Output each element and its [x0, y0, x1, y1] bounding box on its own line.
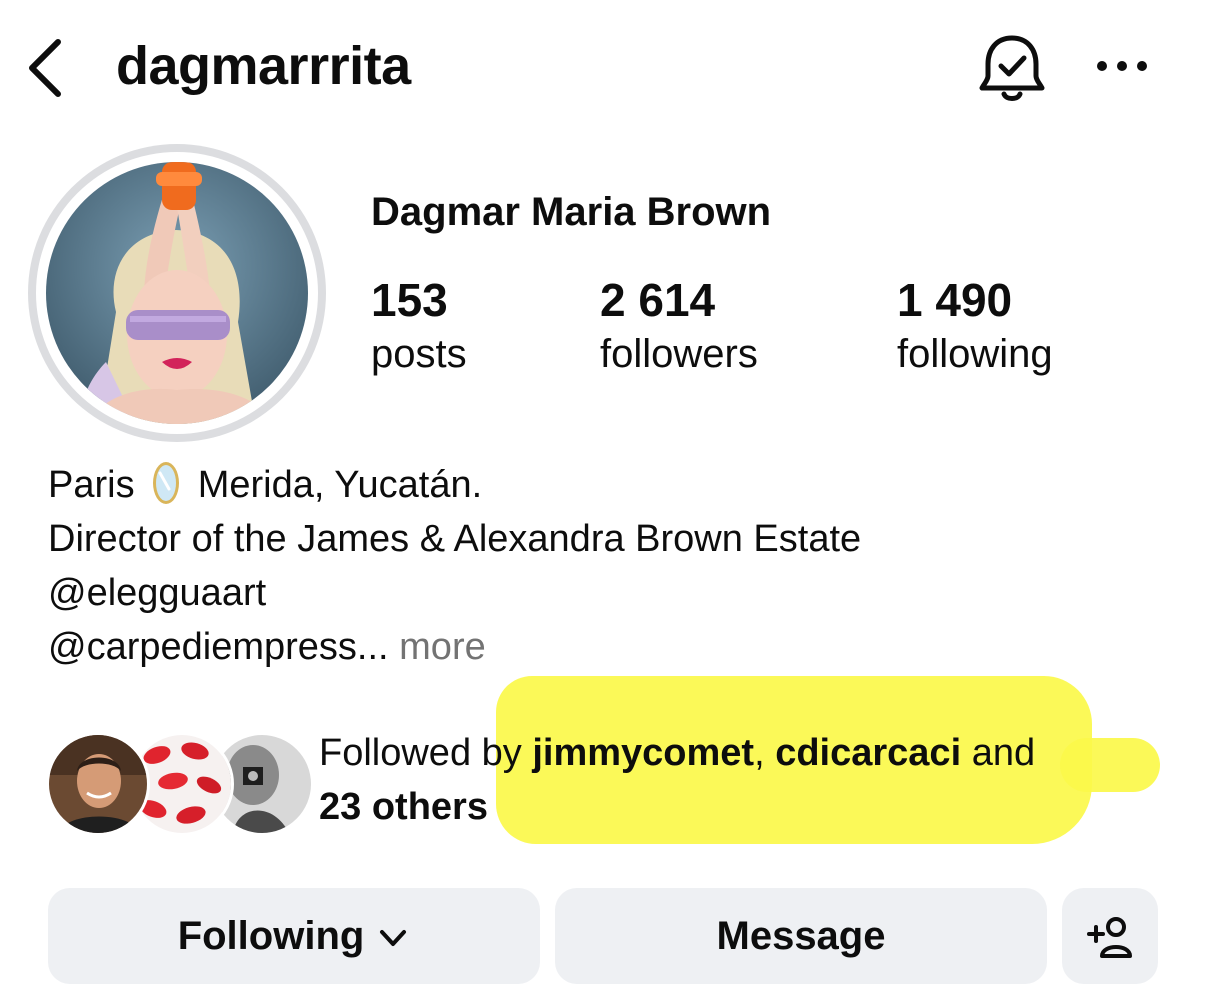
suggested-users-button[interactable]	[1062, 888, 1158, 984]
following-button-label: Following	[177, 913, 365, 958]
profile-username: dagmarrrita	[116, 36, 411, 96]
posts-count: 153	[371, 274, 448, 326]
bio-line-location: Paris Merida, Yucatán.	[48, 458, 861, 512]
add-user-icon	[1087, 917, 1132, 958]
following-label: following	[897, 332, 1053, 376]
profile-bio: Paris Merida, Yucatán. Director of the J…	[48, 458, 861, 674]
mutual-followers-avatars[interactable]	[46, 732, 314, 836]
following-stat[interactable]: 1 490 following	[897, 272, 1053, 380]
bio-more-link[interactable]: more	[399, 626, 486, 668]
posts-stat[interactable]: 153 posts	[371, 272, 467, 380]
mutual-user-cdicarcaci[interactable]: cdicarcaci	[775, 732, 961, 774]
avatar-image	[46, 162, 308, 424]
notification-bell-check-icon[interactable]	[972, 28, 1052, 108]
mutual-avatar-jimmycomet	[46, 732, 150, 836]
profile-full-name: Dagmar Maria Brown	[371, 190, 772, 234]
following-count: 1 490	[897, 274, 1013, 326]
following-button[interactable]: Following	[48, 888, 540, 984]
mutual-user-jimmycomet[interactable]: jimmycomet	[532, 732, 754, 774]
followers-stat[interactable]: 2 614 followers	[600, 272, 758, 380]
followers-count: 2 614	[600, 274, 716, 326]
followed-by-prefix: Followed by	[319, 732, 522, 774]
followed-by-and: and	[971, 732, 1036, 774]
mirror-emoji-icon	[153, 462, 180, 504]
more-options-icon[interactable]	[1090, 44, 1154, 88]
message-button[interactable]: Message	[555, 888, 1047, 984]
followed-by-separator: ,	[754, 732, 765, 774]
bio-line-last: @carpediempress... more	[48, 620, 861, 674]
mutual-others-count[interactable]: 23 others	[319, 786, 488, 828]
bio-line-title: Director of the James & Alexandra Brown …	[48, 518, 862, 560]
bio-mention-elegguaart[interactable]: @elegguaart	[48, 566, 861, 620]
back-chevron-icon[interactable]	[22, 34, 70, 98]
posts-label: posts	[371, 332, 467, 376]
followed-by-text: Followed by jimmycomet, cdicarcaci and 2…	[319, 726, 1179, 834]
message-button-label: Message	[716, 913, 886, 958]
followers-label: followers	[600, 332, 758, 376]
bio-location-start: Paris	[48, 464, 135, 506]
bio-location-end: Merida, Yucatán.	[197, 464, 483, 506]
chevron-down-icon	[380, 930, 407, 946]
bio-mention-carpediempress[interactable]: @carpediempress...	[48, 626, 389, 668]
profile-avatar[interactable]	[28, 144, 326, 442]
